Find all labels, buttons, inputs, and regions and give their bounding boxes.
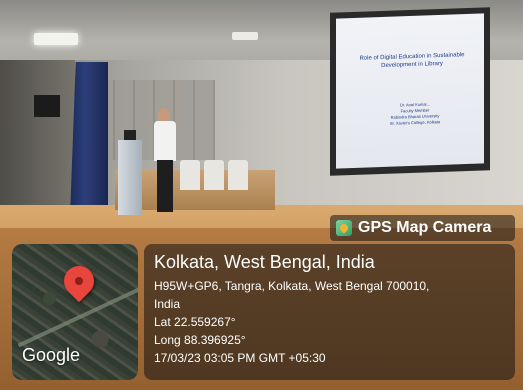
wall-speaker [34, 95, 60, 117]
location-info-panel: Kolkata, West Bengal, India H95W+GP6, Ta… [144, 244, 515, 380]
speaker-legs [157, 160, 173, 212]
location-city: Kolkata, West Bengal, India [154, 252, 375, 272]
chair [228, 160, 248, 190]
chair [180, 160, 200, 190]
map-thumbnail: Google [12, 244, 138, 380]
timestamp: 17/03/23 03:05 PM GMT +05:30 [154, 351, 326, 365]
slide-body: Dr. Anal Kumar... Faculty Member Rabindr… [360, 100, 470, 128]
ceiling-light [232, 32, 258, 40]
stage-curtain [70, 62, 108, 217]
podium [118, 140, 142, 215]
gps-badge-title: GPS Map Camera [358, 219, 492, 236]
speaker-body [154, 121, 176, 161]
laptop [124, 130, 136, 140]
gps-badge: GPS Map Camera [330, 215, 515, 241]
location-pin-icon [57, 259, 101, 303]
address-line: India [154, 297, 181, 311]
ceiling-light [34, 33, 78, 45]
speaker-head [158, 108, 170, 122]
longitude: Long 88.396925° [154, 333, 246, 347]
address-line: H95W+GP6, Tangra, Kolkata, West Bengal 7… [154, 279, 430, 293]
chair [204, 160, 224, 190]
latitude: Lat 22.559267° [154, 315, 236, 329]
gps-map-camera-icon [336, 220, 352, 236]
projection-screen [336, 13, 484, 169]
google-logo: Google [22, 345, 81, 365]
photo-frame: Role of Digital Education in Sustainable… [0, 0, 523, 390]
